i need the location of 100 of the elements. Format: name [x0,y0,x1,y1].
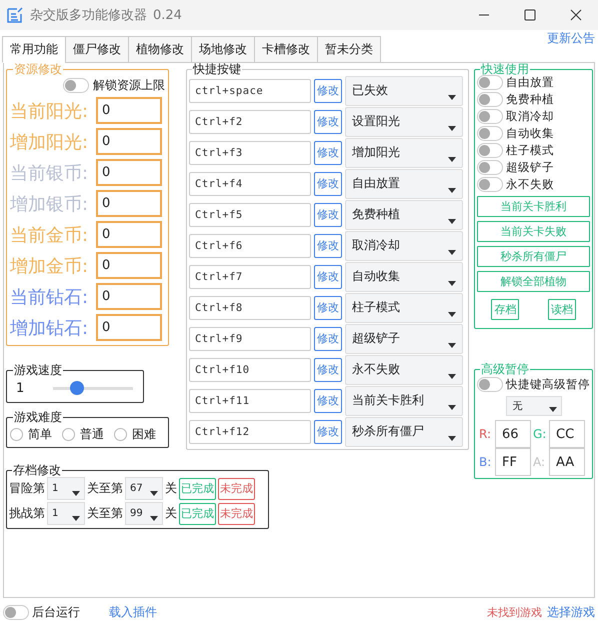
resource-label: 当前钻石: [10,286,90,308]
modify-button[interactable]: 修改 [314,264,342,288]
hotkey-field[interactable]: Ctrl+f2 [189,110,311,134]
toggle-switch[interactable] [477,143,503,158]
input-field[interactable]: 0 [96,283,162,310]
channel-field[interactable]: FF [495,448,531,476]
group-title: 游戏难度 [13,411,63,423]
tab[interactable]: 场地修改 [191,36,255,63]
action-dropdown[interactable]: 永不失败 [345,354,463,384]
modify-button[interactable]: 修改 [314,110,342,134]
radio-label: 困难 [132,426,156,442]
caret-icon [448,188,456,192]
hotkey-field[interactable]: Ctrl+f8 [189,296,311,320]
tab[interactable]: 卡槽修改 [254,36,318,63]
toggle-label: 自由放置 [506,75,554,90]
radio-button[interactable] [114,428,127,440]
toggle-switch[interactable] [63,78,89,92]
group-title: 存档修改 [12,464,62,476]
modify-button[interactable]: 修改 [314,234,342,258]
update-link[interactable]: 更新公告 [547,30,595,47]
radio-label: 普通 [80,426,104,442]
group-title: 资源修改 [13,63,63,75]
action-dropdown[interactable]: 超级铲子 [345,324,463,354]
channel-field[interactable]: 66 [495,420,531,448]
input-field[interactable]: 0 [96,221,162,248]
input-field[interactable]: 0 [96,159,162,186]
incomplete-button[interactable]: 未完成 [218,478,255,500]
radio-button[interactable] [10,428,23,440]
select-game-link[interactable]: 选择游戏 [547,604,595,620]
tab[interactable]: 僵尸修改 [65,36,129,63]
hotkey-field[interactable]: Ctrl+f10 [189,358,311,382]
modify-button[interactable]: 修改 [314,296,342,320]
load-plugin-link[interactable]: 载入插件 [109,604,157,620]
maximize-icon[interactable] [524,9,536,21]
radio-button[interactable] [62,428,75,440]
hotkey-field[interactable]: Ctrl+f6 [189,234,311,258]
input-field[interactable]: 0 [96,190,162,217]
action-dropdown[interactable]: 增加阳光 [345,138,463,168]
toggle-switch[interactable] [477,92,503,107]
tab[interactable]: 常用功能 [2,36,66,63]
toggle-switch[interactable] [477,160,503,175]
input-field[interactable]: 0 [96,314,162,341]
modify-button[interactable]: 修改 [314,358,342,382]
channel-field[interactable]: AA [549,448,585,476]
hotkey-field[interactable]: ctrl+space [189,78,311,102]
save-label: 关至第 [87,480,123,497]
toggle-label: 超级铲子 [506,160,554,175]
toggle-switch[interactable] [3,604,29,620]
hotkey-field[interactable]: Ctrl+f3 [189,140,311,164]
caret-icon [448,312,456,316]
hotkey-field[interactable]: Ctrl+f11 [189,388,311,412]
toggle-label: 取消冷却 [506,109,554,124]
hotkey-field[interactable]: Ctrl+f5 [189,202,311,226]
tab[interactable]: 植物修改 [128,36,192,63]
resource-label: 增加钻石: [10,316,90,340]
channel-label: G: [532,427,548,441]
hotkey-field[interactable]: Ctrl+f7 [189,264,311,288]
hotkey-field[interactable]: Ctrl+f4 [189,172,311,196]
toggle-switch[interactable] [477,75,503,90]
toggle-switch[interactable] [477,177,503,192]
level-dropdown[interactable]: 99 [125,502,163,525]
hotkey-field[interactable]: Ctrl+f9 [189,326,311,350]
modify-button[interactable]: 修改 [314,388,342,412]
incomplete-button[interactable]: 未完成 [218,502,255,524]
save-label: 挑战第 [9,505,45,522]
level-dropdown[interactable]: 1 [47,502,85,525]
modify-button[interactable]: 修改 [314,140,342,164]
action-dropdown[interactable]: 取消冷却 [345,230,463,260]
tab[interactable]: 暂未分类 [317,36,381,63]
action-dropdown[interactable]: 自动收集 [345,262,463,292]
input-field[interactable]: 0 [96,252,162,279]
slider-thumb[interactable] [70,381,84,395]
version-label: 0.24 [153,8,182,22]
action-dropdown[interactable]: 已失效 [345,76,463,106]
toggle-label: 永不失败 [506,177,554,192]
action-dropdown[interactable]: 免费种植 [345,200,463,230]
toggle-switch[interactable] [477,126,503,141]
save-label: 关至第 [87,505,123,522]
level-dropdown[interactable]: 67 [125,477,163,500]
action-dropdown[interactable]: 当前关卡胜利 [345,386,463,416]
input-field[interactable]: 0 [96,128,162,155]
input-field[interactable]: 0 [96,97,162,124]
level-dropdown[interactable]: 1 [47,477,85,500]
radio-label: 简单 [28,426,52,442]
action-dropdown[interactable]: 柱子模式 [345,292,463,322]
pause-dropdown[interactable]: 无 [506,396,562,416]
caret-icon [72,491,80,496]
toggle-switch[interactable] [477,109,503,124]
modify-button[interactable]: 修改 [314,420,342,444]
modify-button[interactable]: 修改 [314,202,342,226]
modify-button[interactable]: 修改 [314,172,342,196]
modify-button[interactable]: 修改 [314,326,342,350]
action-dropdown[interactable]: 设置阳光 [345,106,463,136]
action-dropdown[interactable]: 秒杀所有僵尸 [345,416,463,446]
action-dropdown[interactable]: 自由放置 [345,168,463,198]
hotkey-field[interactable]: Ctrl+f12 [189,420,311,444]
close-icon[interactable] [570,9,582,21]
channel-field[interactable]: CC [549,420,585,448]
modify-button[interactable]: 修改 [314,78,342,102]
toggle-switch[interactable] [477,377,503,392]
